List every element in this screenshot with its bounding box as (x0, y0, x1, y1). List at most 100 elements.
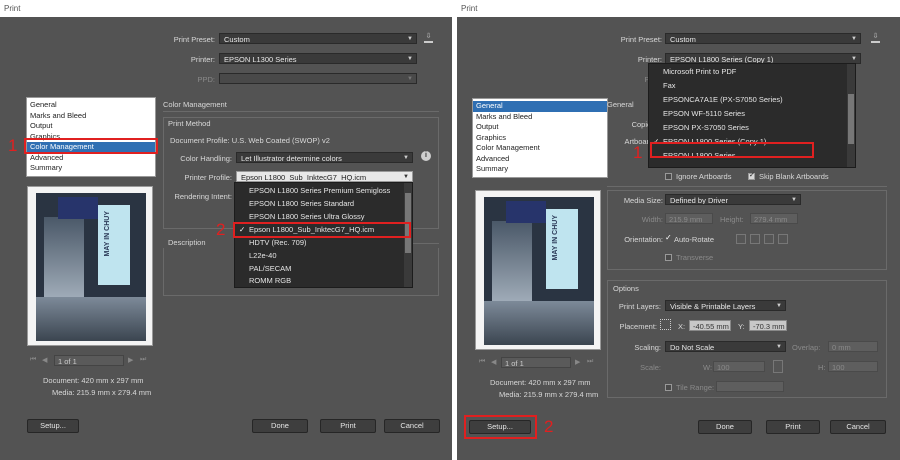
transverse-checkbox[interactable] (665, 254, 672, 261)
print-layers-select[interactable]: Visible & Printable Layers ▼ (665, 300, 786, 311)
nav-item-graphics[interactable]: Graphics (473, 133, 607, 144)
nav-item-general[interactable]: General (473, 101, 607, 112)
highlight-box-1 (650, 142, 814, 158)
setup-button[interactable]: Setup... (27, 419, 79, 433)
category-list: General Marks and Bleed Output Graphics … (472, 98, 608, 178)
placement-label: Placement: (619, 322, 657, 331)
prev-page-icon[interactable]: ◀ (42, 356, 47, 364)
overlap-field[interactable]: 0 mm (828, 341, 878, 352)
last-page-icon[interactable]: ⏭ (587, 358, 593, 366)
chevron-down-icon: ▼ (407, 36, 413, 42)
info-icon[interactable]: i (421, 151, 431, 161)
printer-option[interactable]: Fax (649, 79, 855, 93)
prev-page-icon[interactable]: ◀ (491, 358, 496, 366)
ppd-select[interactable]: ▼ (219, 73, 417, 84)
profile-option[interactable]: EPSON L1800 Series Standard (235, 197, 412, 210)
printer-option[interactable]: EPSON PX-S7050 Series (649, 121, 855, 135)
print-preset-label: Print Preset: (173, 35, 215, 44)
cancel-button[interactable]: Cancel (384, 419, 440, 433)
section-divider (163, 111, 439, 112)
profile-option[interactable]: EPSON L1800 Series Premium Semigloss (235, 184, 412, 197)
next-page-icon[interactable]: ▶ (128, 356, 133, 364)
chevron-down-icon: ▼ (851, 36, 857, 42)
printer-option[interactable]: Microsoft Print to PDF (649, 64, 855, 79)
printer-profile-label: Printer Profile: (184, 173, 232, 182)
nav-item-summary[interactable]: Summary (27, 163, 155, 174)
print-preset-select[interactable]: Custom ▼ (665, 33, 861, 44)
category-list: General Marks and Bleed Output Graphics … (26, 97, 156, 177)
media-size-text: Media: 215.9 mm x 279.4 mm (52, 388, 152, 397)
printer-label: Printer: (190, 55, 215, 64)
printer-profile-select[interactable]: Epson L1800_Sub_InktecG7_HQ.icm ▼ (236, 171, 413, 182)
y-label: Y: (738, 322, 745, 331)
scale-label: Scale: (640, 363, 661, 372)
print-preset-select[interactable]: Custom ▼ (219, 33, 417, 44)
done-button[interactable]: Done (252, 419, 308, 433)
dialog-title: Print (0, 0, 452, 17)
nav-item-advanced[interactable]: Advanced (27, 153, 155, 164)
orientation-landscape-icon[interactable] (750, 234, 760, 244)
auto-rotate-check-icon[interactable]: ✓ (665, 233, 672, 242)
document-size-text: Document: 420 mm x 297 mm (490, 378, 591, 387)
page-nav-field[interactable]: 1 of 1 (54, 355, 124, 366)
skip-blank-checkbox[interactable] (748, 171, 755, 180)
w-field[interactable]: 100 (713, 361, 765, 372)
highlight-box-2 (233, 222, 411, 238)
nav-item-output[interactable]: Output (27, 121, 155, 132)
nav-item-marks-and-bleed[interactable]: Marks and Bleed (27, 111, 155, 122)
color-handling-label: Color Handling: (180, 154, 232, 163)
overlap-label: Overlap: (792, 343, 821, 352)
last-page-icon[interactable]: ⏭ (140, 356, 146, 364)
nav-item-output[interactable]: Output (473, 122, 607, 133)
h-field[interactable]: 100 (828, 361, 878, 372)
link-icon[interactable] (773, 360, 783, 373)
cancel-button[interactable]: Cancel (830, 420, 886, 434)
print-preview: MAY IN CHUY (475, 190, 601, 350)
printer-select[interactable]: EPSON L1300 Series ▼ (219, 53, 417, 64)
nav-item-general[interactable]: General (27, 100, 155, 111)
width-field[interactable]: 215.9 mm (665, 213, 713, 224)
tile-range-field[interactable] (716, 381, 784, 392)
nav-item-marks-and-bleed[interactable]: Marks and Bleed (473, 112, 607, 123)
print-button[interactable]: Print (766, 420, 820, 434)
auto-rotate-label: Auto-Rotate (674, 235, 715, 244)
nav-item-advanced[interactable]: Advanced (473, 154, 607, 165)
tile-range-checkbox[interactable] (665, 384, 672, 391)
chevron-down-icon: ▼ (776, 303, 782, 309)
save-preset-icon[interactable]: ⇩ (424, 33, 433, 43)
placement-grid-icon[interactable] (660, 319, 671, 330)
x-field[interactable]: -40.55 mm (689, 320, 731, 331)
print-button[interactable]: Print (320, 419, 376, 433)
printer-option[interactable]: EPSON WF-5110 Series (649, 107, 855, 121)
next-page-icon[interactable]: ▶ (575, 358, 580, 366)
nav-item-color-management[interactable]: Color Management (473, 143, 607, 154)
preview-text: MAY IN CHUY (104, 211, 111, 257)
orientation-portrait-icon[interactable] (736, 234, 746, 244)
done-button[interactable]: Done (698, 420, 752, 434)
section-title: Color Management (163, 100, 227, 109)
dropdown-scrollbar[interactable] (847, 64, 855, 167)
step-marker-1: 1 (633, 143, 643, 162)
first-page-icon[interactable]: ⏮ (479, 358, 485, 366)
height-field[interactable]: 279.4 mm (750, 213, 798, 224)
save-preset-icon[interactable]: ⇩ (871, 33, 880, 43)
rendering-intent-label: Rendering Intent: (174, 192, 232, 201)
orientation-portrait-flipped-icon[interactable] (764, 234, 774, 244)
page-nav-field[interactable]: 1 of 1 (501, 357, 571, 368)
highlight-box-2 (464, 415, 537, 439)
media-size-text: Media: 215.9 mm x 279.4 mm (499, 390, 599, 399)
printer-option[interactable]: EPSONCA7A1E (PX-S7050 Series) (649, 93, 855, 107)
print-preview: MAY IN CHUY (27, 186, 153, 346)
scaling-label: Scaling: (634, 343, 661, 352)
scaling-select[interactable]: Do Not Scale ▼ (665, 341, 786, 352)
orientation-landscape-flipped-icon[interactable] (778, 234, 788, 244)
ignore-artboards-checkbox[interactable] (665, 173, 672, 180)
y-field[interactable]: -70.3 mm (749, 320, 787, 331)
ignore-artboards-label: Ignore Artboards (676, 172, 732, 181)
color-handling-select[interactable]: Let Illustrator determine colors ▼ (236, 152, 413, 163)
nav-item-summary[interactable]: Summary (473, 164, 607, 175)
skip-blank-label: Skip Blank Artboards (759, 172, 829, 181)
orientation-label: Orientation: (624, 235, 663, 244)
media-size-select[interactable]: Defined by Driver ▼ (665, 194, 801, 205)
first-page-icon[interactable]: ⏮ (30, 356, 36, 364)
